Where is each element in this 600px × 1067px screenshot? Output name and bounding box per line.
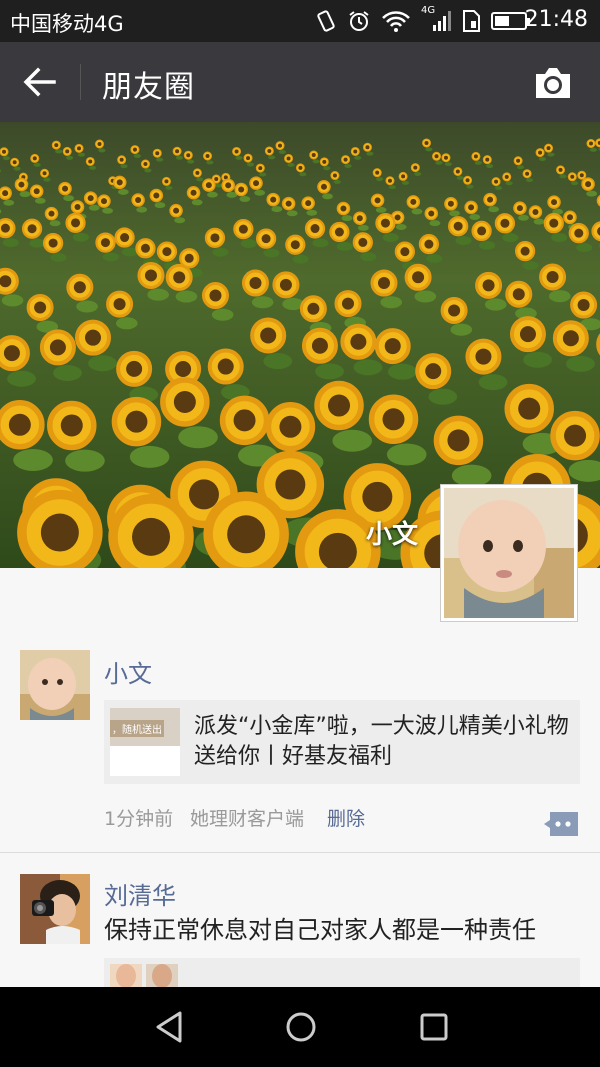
wifi-icon [382,11,410,32]
post-author[interactable]: 刘清华 [104,876,176,911]
nav-home-button[interactable] [281,1007,321,1047]
status-icons: 4G [315,5,531,34]
nav-recents-button[interactable] [414,1007,454,1047]
toolbar-divider [80,64,81,100]
post-time: 1分钟前 [104,808,174,830]
page-title: 朋友圈 [102,70,195,105]
comment-button[interactable] [542,810,580,838]
nav-back-button[interactable] [150,1007,190,1047]
post-divider [0,852,600,853]
alarm-icon [349,11,369,31]
post-images[interactable] [104,958,580,988]
profile-name[interactable]: 小文 [366,514,418,551]
signal-icon: 4G [421,5,451,33]
nav-recents-icon [420,1013,448,1041]
toolbar: 朋友圈 [0,42,600,122]
profile-avatar[interactable] [440,484,578,622]
system-nav-bar [0,987,600,1067]
baby-avatar-image [20,650,90,720]
sim-icon [463,10,480,32]
post-avatar[interactable] [20,650,90,720]
camera-button[interactable] [532,64,574,102]
delete-link[interactable]: 删除 [327,804,365,831]
comment-icon [544,812,578,836]
camera-icon [536,68,570,98]
status-bar: 中国移动4G 4G 21:48 [0,0,600,42]
post-source: 她理财客户端 [190,808,305,830]
share-link-card[interactable]: ，随机送出 派发“小金库”啦，一大波儿精美小礼物送给你丨好基友福利 [104,700,580,784]
nav-back-icon [156,1011,182,1043]
back-button[interactable] [18,62,62,102]
post-author[interactable]: 小文 [104,654,152,689]
back-arrow-icon [23,67,56,97]
carrier-label: 中国移动4G [10,12,124,36]
post-image-thumbs [110,964,178,988]
person-camera-avatar-image [20,874,90,944]
post-text: 保持正常休息对自己对家人都是一种责任 [104,916,536,944]
vibrate-icon [317,10,335,32]
post-avatar[interactable] [20,874,90,944]
baby-photo [444,488,574,618]
clock: 21:48 [524,7,588,32]
share-thumbnail: ，随机送出 [110,708,180,776]
nav-home-icon [286,1012,316,1042]
share-title: 派发“小金库”啦，一大波儿精美小礼物送给你丨好基友福利 [194,714,569,769]
share-thumb-text: ，随机送出 [110,720,164,737]
